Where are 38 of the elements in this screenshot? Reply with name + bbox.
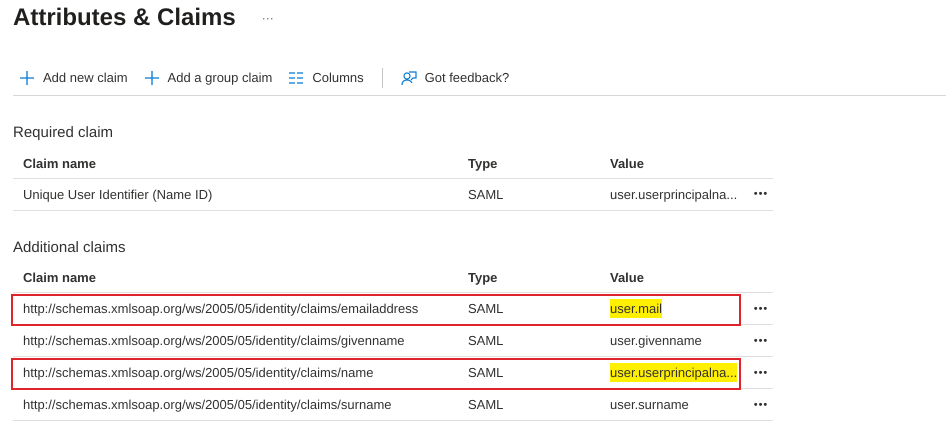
more-button[interactable]: ••• — [746, 300, 776, 318]
claim-name: http://schemas.xmlsoap.org/ws/2005/05/identity/claims/name — [23, 364, 374, 382]
claim-type: SAML — [468, 396, 504, 414]
section-heading: Required claim — [13, 123, 114, 144]
plus-icon — [144, 70, 160, 86]
column-header: Value — [610, 154, 645, 173]
column-header: Type — [468, 269, 498, 288]
page-title: Attributes & Claims — [13, 4, 236, 33]
more-button[interactable]: ••• — [746, 332, 776, 350]
toolbar-button[interactable]: Columns — [282, 66, 370, 90]
column-header: Claim name — [23, 154, 97, 173]
more-button[interactable]: ··· — [262, 9, 274, 28]
claim-value: user.userprincipalna... — [610, 363, 738, 383]
claim-value: user.givenname — [610, 332, 703, 350]
section-heading: Additional claims — [13, 238, 127, 258]
toolbar-button[interactable]: Add new claim — [13, 66, 134, 90]
column-header: Claim name — [23, 269, 97, 288]
claim-value: user.userprincipalna... — [610, 186, 738, 204]
claim-name: http://schemas.xmlsoap.org/ws/2005/05/identity/claims/givenname — [23, 332, 406, 350]
toolbar-button[interactable]: Add a group claim — [138, 66, 278, 90]
claim-type: SAML — [468, 364, 504, 382]
claim-value: user.surname — [610, 396, 690, 414]
claim-name: http://schemas.xmlsoap.org/ws/2005/05/identity/claims/surname — [23, 396, 393, 414]
feedback-icon — [400, 70, 417, 86]
toolbar-button[interactable]: Got feedback? — [394, 66, 516, 90]
plus-icon — [19, 70, 35, 86]
claim-type: SAML — [468, 186, 504, 204]
columns-icon — [288, 70, 304, 86]
claim-type: SAML — [468, 332, 504, 350]
more-button[interactable]: ••• — [746, 364, 776, 382]
column-header: Type — [468, 154, 498, 173]
claim-value: user.mail — [610, 299, 664, 319]
claim-name: http://schemas.xmlsoap.org/ws/2005/05/identity/claims/emailaddress — [23, 300, 420, 318]
claim-type: SAML — [468, 300, 504, 318]
claim-name: Unique User Identifier (Name ID) — [23, 186, 214, 204]
more-button[interactable]: ••• — [746, 396, 776, 414]
more-button[interactable]: ••• — [746, 186, 776, 203]
column-header: Value — [610, 269, 645, 288]
